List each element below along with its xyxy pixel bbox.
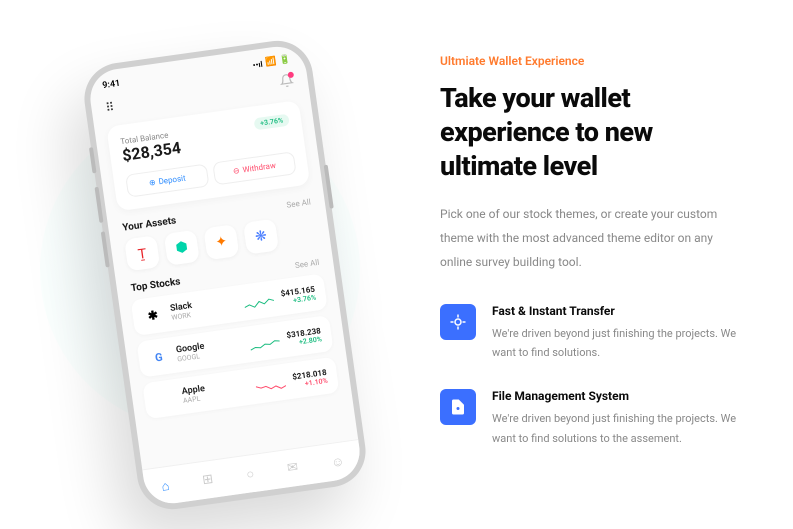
asset-item[interactable]: ❋ [243,218,279,254]
bottom-nav: ⌂ ⊞ ○ ✉ ☺ [142,439,363,507]
apple-icon [153,387,176,410]
asset-neo[interactable]: ⬢ [164,229,200,265]
phone-frame: 9:41 ••ıl📶🔋 ⠿ Total Balance $28 [80,36,370,514]
transfer-icon [440,304,476,340]
feature-desc: We're driven beyond just finishing the p… [492,409,743,449]
nav-grid-icon[interactable]: ⊞ [201,471,214,487]
balance-change-badge: +3.76% [253,113,289,130]
feature-item: Fast & Instant Transfer We're driven bey… [440,304,743,364]
feature-item: File Management System We're driven beyo… [440,389,743,449]
deposit-icon: ⊕ [148,177,156,187]
assets-title: Your Assets [122,215,177,233]
feature-title: File Management System [492,389,743,403]
headline: Take your wallet experience to new ultim… [440,82,743,183]
withdraw-icon: ⊖ [232,165,240,175]
see-all-link[interactable]: See All [294,257,319,269]
see-all-link[interactable]: See All [286,197,311,209]
nav-search-icon[interactable]: ○ [245,465,255,482]
notification-icon[interactable] [279,72,295,92]
asset-item[interactable]: ✦ [203,224,239,260]
subhead: Pick one of our stock themes, or create … [440,202,743,274]
asset-tesla[interactable]: Ṯ [124,235,160,271]
google-icon: G [147,345,170,368]
sparkline [243,292,274,308]
status-icons: ••ıl📶🔋 [252,54,291,69]
nav-mail-icon[interactable]: ✉ [286,459,299,475]
feature-desc: We're driven beyond just finishing the p… [492,324,743,364]
sparkline [249,334,280,350]
nav-profile-icon[interactable]: ☺ [330,452,345,470]
phone-mockup: 9:41 ••ıl📶🔋 ⠿ Total Balance $28 [50,40,380,490]
slack-icon: ✱ [142,304,165,327]
content-section: Ultmiate Wallet Experience Take your wal… [380,54,743,474]
withdraw-button[interactable]: ⊖ Withdraw [212,151,296,185]
feature-title: Fast & Instant Transfer [492,304,743,318]
time: 9:41 [102,78,121,90]
file-icon [440,389,476,425]
nav-home-icon[interactable]: ⌂ [160,477,170,494]
deposit-button[interactable]: ⊕ Deposit [125,163,209,197]
sparkline [254,375,285,391]
eyebrow-text: Ultmiate Wallet Experience [440,54,743,68]
menu-icon[interactable]: ⠿ [105,99,116,114]
